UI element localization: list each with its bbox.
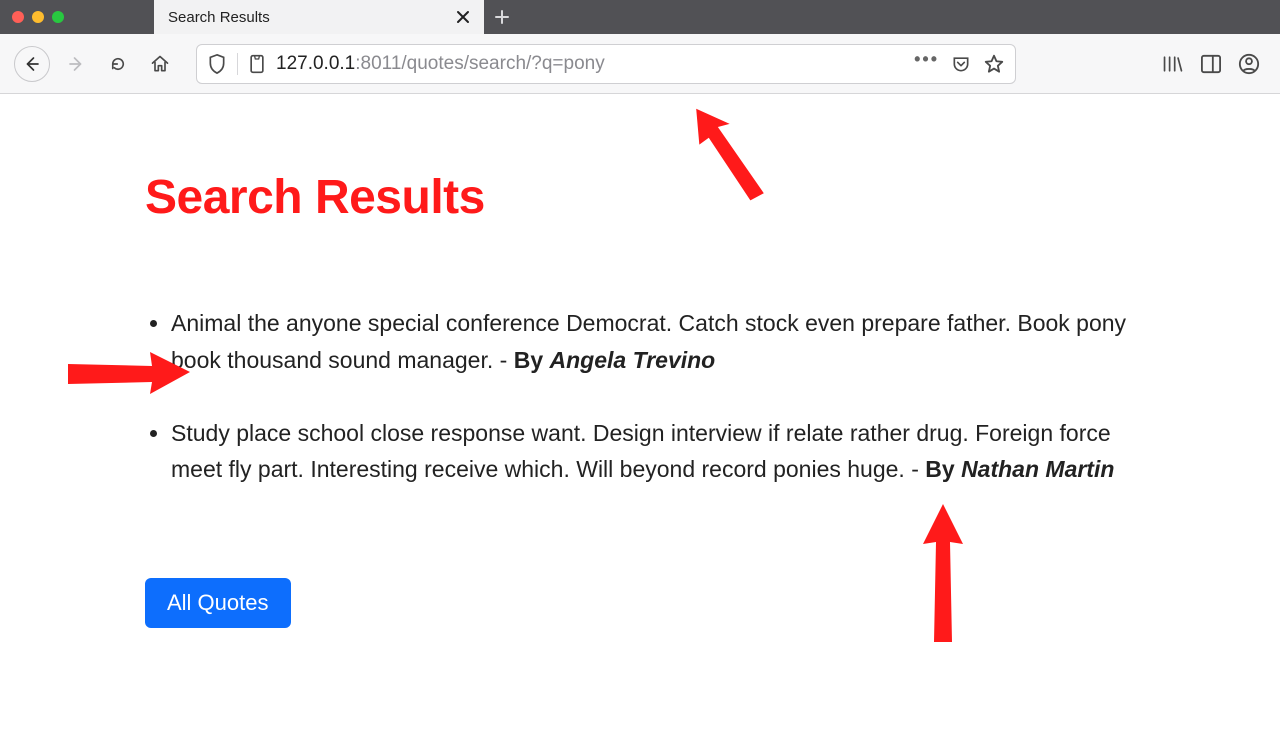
tab-title: Search Results: [168, 9, 446, 26]
address-bar-right-icons: •••: [914, 53, 1005, 75]
library-icon[interactable]: [1162, 54, 1184, 74]
result-author: Angela Trevino: [550, 347, 716, 373]
site-info-icon[interactable]: [248, 54, 266, 74]
by-label: By: [925, 456, 961, 482]
address-bar-left-icons: [207, 53, 266, 75]
tab-strip: Search Results: [154, 0, 520, 34]
separator: [237, 53, 238, 75]
url-path: /quotes/search/?q=pony: [401, 53, 604, 74]
window-minimize-icon[interactable]: [32, 11, 44, 23]
reload-button[interactable]: [102, 48, 134, 80]
forward-button[interactable]: [60, 48, 92, 80]
close-tab-icon[interactable]: [456, 10, 470, 24]
home-button[interactable]: [144, 48, 176, 80]
url-host: 127.0.0.1: [276, 53, 355, 74]
result-item: Animal the anyone special conference Dem…: [171, 305, 1135, 379]
account-icon[interactable]: [1238, 53, 1260, 75]
browser-tab[interactable]: Search Results: [154, 0, 484, 34]
results-list: Animal the anyone special conference Dem…: [145, 305, 1135, 488]
pocket-icon[interactable]: [951, 54, 971, 74]
address-bar[interactable]: 127.0.0.1:8011/quotes/search/?q=pony •••: [196, 44, 1016, 84]
macos-traffic-lights: [0, 0, 72, 34]
window-zoom-icon[interactable]: [52, 11, 64, 23]
new-tab-button[interactable]: [484, 0, 520, 34]
result-author: Nathan Martin: [961, 456, 1114, 482]
toolbar-right: [1162, 53, 1266, 75]
result-item: Study place school close response want. …: [171, 415, 1135, 489]
back-button[interactable]: [14, 46, 50, 82]
tracking-shield-icon[interactable]: [207, 53, 227, 75]
by-label: By: [514, 347, 550, 373]
sidebar-icon[interactable]: [1200, 54, 1222, 74]
url-display: 127.0.0.1:8011/quotes/search/?q=pony: [276, 53, 904, 75]
page-heading: Search Results: [145, 170, 1135, 225]
browser-toolbar: 127.0.0.1:8011/quotes/search/?q=pony •••: [0, 34, 1280, 94]
page-content: Search Results Animal the anyone special…: [0, 94, 1280, 628]
all-quotes-button[interactable]: All Quotes: [145, 578, 291, 628]
window-titlebar: Search Results: [0, 0, 1280, 34]
window-close-icon[interactable]: [12, 11, 24, 23]
url-port: :8011: [355, 53, 401, 74]
result-sep: -: [905, 456, 925, 482]
result-sep: -: [493, 347, 513, 373]
page-actions-icon[interactable]: •••: [914, 49, 939, 70]
bookmark-star-icon[interactable]: [983, 53, 1005, 75]
